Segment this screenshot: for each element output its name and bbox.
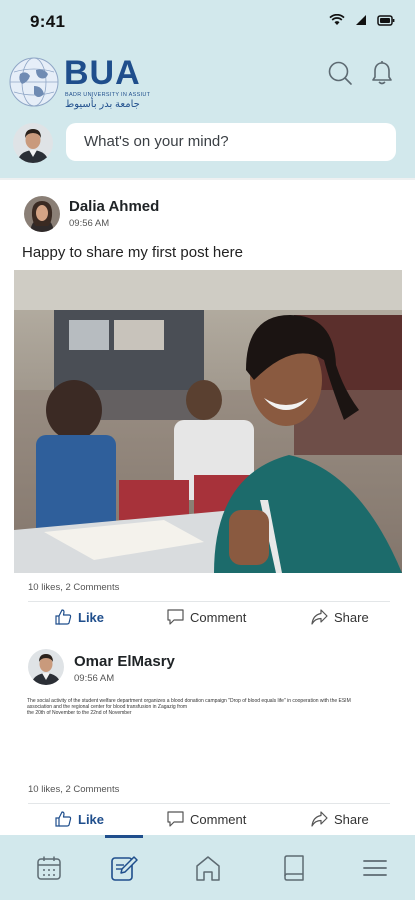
current-user-avatar[interactable] [13, 123, 53, 163]
whats-on-your-mind-input[interactable]: What's on your mind? [66, 123, 396, 161]
book-icon [284, 854, 304, 881]
post-card: Dalia Ahmed 09:56 AM Happy to share my f… [0, 180, 415, 635]
logo-title: BUA [64, 54, 141, 92]
comment-icon [167, 811, 184, 827]
calendar-icon [37, 856, 61, 880]
bottom-navigation [0, 835, 415, 900]
status-icons [329, 14, 395, 26]
globe-icon [9, 57, 59, 107]
comment-button[interactable]: Comment [167, 602, 246, 632]
bua-logo[interactable]: BUA BADR UNIVERSITY IN ASSIUT جامعة بدر … [8, 50, 168, 114]
post-image[interactable] [14, 270, 402, 573]
author-avatar[interactable] [28, 649, 64, 685]
battery-icon [377, 14, 395, 26]
post-time: 09:56 AM [74, 673, 115, 684]
share-button[interactable]: Share [311, 804, 369, 834]
post-composer: What's on your mind? [0, 118, 415, 170]
wifi-icon [329, 14, 345, 25]
post-text-line: the 20th of November to the 22nd of Nove… [27, 710, 132, 716]
post-text: The social activity of the student welfa… [27, 698, 407, 716]
thumbs-up-icon [55, 609, 72, 625]
composer-placeholder: What's on your mind? [84, 133, 229, 150]
like-label: Like [78, 811, 105, 827]
post-actions: Like Comment Share [0, 804, 415, 834]
share-label: Share [334, 811, 369, 827]
share-icon [311, 609, 328, 625]
feed: Dalia Ahmed 09:56 AM Happy to share my f… [0, 180, 415, 835]
nav-home[interactable] [178, 835, 238, 900]
post-actions: Like Comment Share [0, 602, 415, 632]
post-text: Happy to share my first post here [22, 244, 243, 261]
comment-label: Comment [190, 609, 247, 625]
home-icon [196, 855, 220, 881]
comment-label: Comment [190, 811, 247, 827]
post-card: Omar ElMasry 09:56 AM The social activit… [0, 635, 415, 835]
nav-calendar[interactable] [19, 835, 79, 900]
nav-library[interactable] [264, 835, 324, 900]
logo-arabic: جامعة بدر بأسيوط [65, 99, 140, 110]
thumbs-up-icon [55, 811, 72, 827]
app-header: BUA BADR UNIVERSITY IN ASSIUT جامعة بدر … [0, 50, 415, 116]
post-time: 09:56 AM [69, 218, 110, 229]
share-label: Share [334, 609, 369, 625]
status-bar: 9:41 [0, 0, 415, 44]
header-icons [327, 60, 393, 86]
nav-menu[interactable] [345, 835, 405, 900]
author-avatar[interactable] [24, 196, 60, 232]
bell-icon[interactable] [371, 60, 393, 86]
status-time: 9:41 [30, 12, 66, 31]
post-stats[interactable]: 10 likes, 2 Comments [28, 784, 119, 795]
comment-button[interactable]: Comment [167, 804, 246, 834]
like-button[interactable]: Like [55, 804, 104, 834]
nav-posts[interactable] [94, 835, 154, 900]
search-icon[interactable] [327, 60, 353, 86]
like-label: Like [78, 609, 105, 625]
author-name[interactable]: Dalia Ahmed [69, 198, 159, 215]
share-button[interactable]: Share [311, 602, 369, 632]
author-name[interactable]: Omar ElMasry [74, 653, 175, 670]
edit-note-icon [111, 855, 138, 881]
logo-subtitle: BADR UNIVERSITY IN ASSIUT [65, 92, 151, 98]
comment-icon [167, 609, 184, 625]
like-button[interactable]: Like [55, 602, 104, 632]
cellular-signal-icon [356, 15, 366, 25]
post-stats[interactable]: 10 likes, 2 Comments [28, 582, 119, 593]
menu-icon [363, 859, 387, 876]
share-icon [311, 811, 328, 827]
